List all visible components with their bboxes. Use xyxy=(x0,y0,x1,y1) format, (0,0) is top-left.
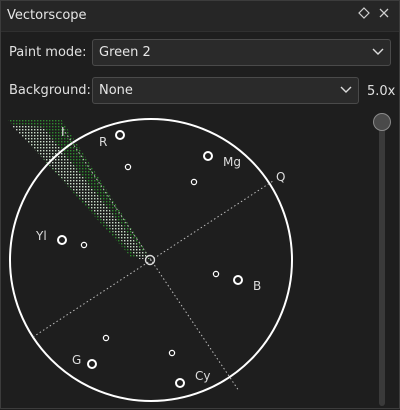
label-q: Q xyxy=(276,170,285,184)
background-label: Background: xyxy=(9,83,91,98)
target-b-100 xyxy=(212,270,220,278)
float-panel-button[interactable] xyxy=(355,6,373,24)
vectorscope-display: I Q R Mg Yl B G Cy xyxy=(7,118,293,402)
target-mg-100 xyxy=(190,178,198,186)
chevron-down-icon xyxy=(372,48,384,55)
label-cy: Cy xyxy=(195,369,210,383)
zoom-slider[interactable] xyxy=(379,123,385,406)
close-panel-button[interactable] xyxy=(375,6,393,24)
diamond-icon xyxy=(358,7,370,19)
zoom-level: 5.0x xyxy=(367,84,396,99)
target-cy-100 xyxy=(168,349,176,357)
close-icon xyxy=(379,8,389,18)
center-marker xyxy=(144,254,156,266)
target-cy-75 xyxy=(175,378,185,388)
target-yl-100 xyxy=(80,241,88,249)
label-g: G xyxy=(72,353,81,367)
vectorscope-panel: Vectorscope Paint mode: Green 2 Backgrou… xyxy=(0,0,400,409)
q-axis-line xyxy=(32,180,274,338)
label-i: I xyxy=(61,125,65,139)
panel-title: Vectorscope xyxy=(7,8,87,23)
target-yl-75 xyxy=(57,235,67,245)
paint-mode-value: Green 2 xyxy=(99,45,151,60)
target-r-75 xyxy=(115,130,125,140)
target-b-75 xyxy=(233,275,243,285)
chevron-down-icon xyxy=(340,86,352,93)
background-value: None xyxy=(99,83,133,98)
paint-mode-label: Paint mode: xyxy=(9,45,87,60)
label-b: B xyxy=(253,279,261,293)
target-r-100 xyxy=(124,163,132,171)
label-r: R xyxy=(99,135,107,149)
label-yl: Yl xyxy=(35,229,47,243)
background-select[interactable]: None xyxy=(92,77,359,104)
target-mg-75 xyxy=(203,151,213,161)
paint-mode-select[interactable]: Green 2 xyxy=(92,39,391,66)
label-mg: Mg xyxy=(223,155,241,169)
target-g-100 xyxy=(102,334,110,342)
title-bar: Vectorscope xyxy=(1,1,399,32)
zoom-slider-handle[interactable] xyxy=(373,113,391,131)
target-g-75 xyxy=(87,359,97,369)
